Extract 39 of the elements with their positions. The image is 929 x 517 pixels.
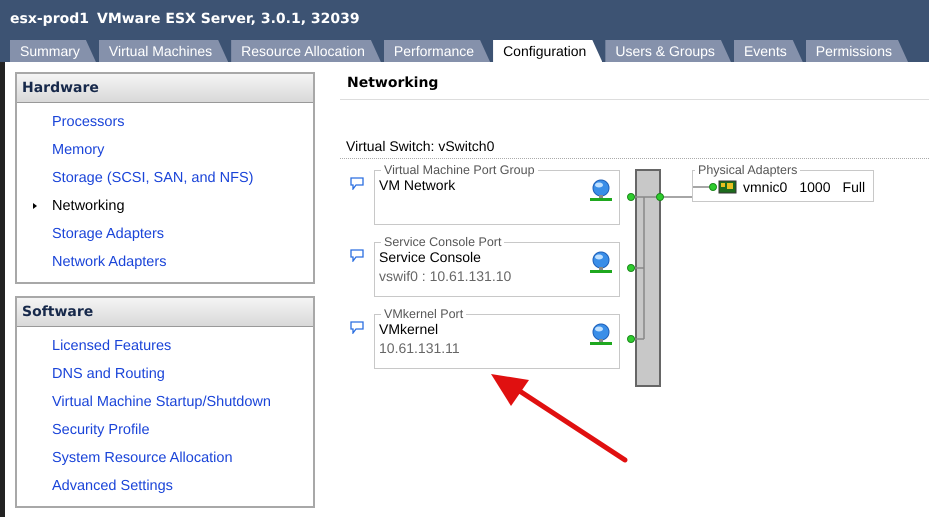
globe-icon <box>589 251 613 275</box>
comment-icon[interactable] <box>350 177 364 190</box>
globe-icon <box>589 179 613 203</box>
panel-title: Software <box>22 304 94 320</box>
port-address: 10.61.131.11 <box>379 340 460 356</box>
adapter-group-label: Physical Adapters <box>697 163 798 177</box>
sidebar-link[interactable]: Advanced Settings <box>52 478 173 494</box>
switch-label: Virtual Switch: vSwitch0 <box>340 138 929 159</box>
port-name[interactable]: Service Console <box>379 249 512 265</box>
panel-title: Hardware <box>22 80 99 96</box>
port-group-label: Virtual Machine Port Group <box>383 163 536 177</box>
sidebar-link[interactable]: Storage Adapters <box>52 226 164 242</box>
comment-icon[interactable] <box>350 249 364 262</box>
adapter-speed: 1000 <box>799 179 831 195</box>
network-card-icon <box>693 179 737 195</box>
comment-icon[interactable] <box>350 321 364 334</box>
sidebar-link[interactable]: Virtual Machine Startup/Shutdown <box>52 394 271 410</box>
sidebar-link[interactable]: System Resource Allocation <box>52 450 233 466</box>
window-title: VMware ESX Server, 3.0.1, 32039 <box>96 11 360 27</box>
sidebar-link[interactable]: Licensed Features <box>52 338 172 354</box>
host-name: esx-prod1 <box>10 11 89 27</box>
section-heading: Networking <box>347 75 438 91</box>
port-name[interactable]: VMkernel <box>379 321 460 337</box>
sidebar-link[interactable]: Security Profile <box>52 422 150 438</box>
sidebar-link[interactable]: Network Adapters <box>52 254 166 270</box>
sidebar-link[interactable]: Storage (SCSI, SAN, and NFS) <box>52 170 254 186</box>
globe-icon <box>589 323 613 347</box>
sidebar-link[interactable]: Processors <box>52 114 125 130</box>
adapter-duplex: Full <box>842 179 866 195</box>
sidebar-link[interactable]: Networking <box>52 198 125 214</box>
caret-icon <box>32 202 38 210</box>
sidebar-link[interactable]: DNS and Routing <box>52 366 165 382</box>
port-group-label: VMkernel Port <box>383 307 464 321</box>
sidebar-link[interactable]: Memory <box>52 142 104 158</box>
adapter-name[interactable]: vmnic0 <box>743 179 788 195</box>
port-name[interactable]: VM Network <box>379 177 456 193</box>
port-address: vswif0 : 10.61.131.10 <box>379 268 512 284</box>
tab[interactable]: Configuration <box>493 40 602 62</box>
port-group-label: Service Console Port <box>383 235 502 249</box>
